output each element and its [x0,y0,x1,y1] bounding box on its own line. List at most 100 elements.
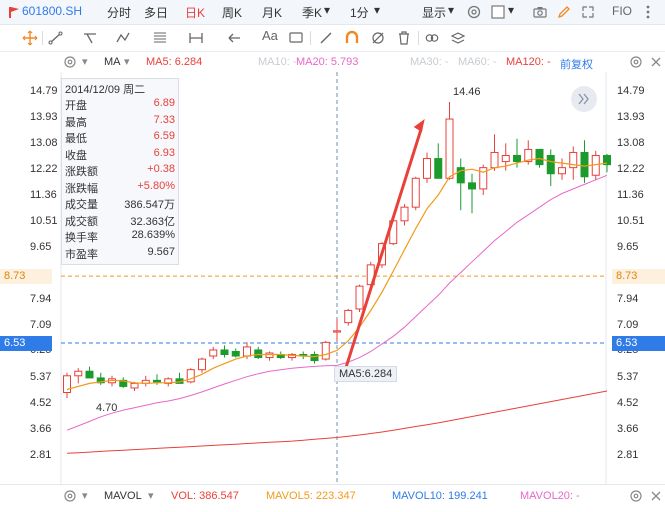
info-row-value: 32.363亿 [130,215,175,228]
candle[interactable] [96,372,105,385]
candle-body [310,354,319,362]
candle[interactable] [569,146,578,180]
double-chevron-right-icon [578,93,589,105]
settings-gear-icon[interactable] [62,488,78,504]
info-row: 最高 7.33 [65,114,175,129]
candle[interactable] [580,140,589,183]
info-row: 市盈率 9.567 [65,246,175,261]
candle-body [400,206,409,222]
candle[interactable] [333,318,341,342]
info-date-text: 2014/12/09 周二 [65,84,146,96]
candle-body [445,118,454,179]
candle[interactable] [344,308,353,326]
candle-body [231,350,240,357]
info-row-key: 开盘 [65,100,87,112]
candle[interactable] [546,149,555,186]
candle[interactable] [231,348,240,358]
candle-body [209,349,218,357]
low-price-label: 4.70 [96,402,118,414]
left-axis-tick-label: 11.36 [30,189,57,202]
candle[interactable] [254,346,263,360]
left-axis-tick-label: 5.37 [30,371,52,384]
candle-body [411,177,420,208]
price-tag-right-orange: 8.73 [612,269,665,285]
chevron-down-icon[interactable]: ▾ [148,489,154,502]
candle-body [333,330,341,333]
candle-body [546,155,555,175]
candle[interactable] [423,152,431,183]
candle-body [434,158,443,179]
candle[interactable] [456,158,465,211]
candle[interactable] [198,357,206,373]
left-axis-tick-label: 3.66 [30,423,52,436]
candle[interactable] [164,377,173,387]
candle[interactable] [490,134,499,171]
price-tag-left-orange: 8.73 [0,269,52,285]
candle[interactable] [288,352,296,361]
info-row-key: 收盘 [65,149,87,162]
candle[interactable] [186,368,195,384]
candle[interactable] [321,340,330,361]
left-axis-tick-label: 12.22 [30,163,58,176]
left-axis-tick-label: 4.52 [30,397,52,410]
candle-body [580,151,589,178]
candle[interactable] [434,143,443,179]
right-axis-tick-label: 12.22 [617,163,645,176]
info-row-value: 7.33 [153,113,175,126]
candle[interactable] [119,377,128,388]
candle-body [468,182,476,190]
info-row: 成交额 32.363亿 [65,213,175,228]
candle[interactable] [445,102,454,180]
candle[interactable] [265,351,274,361]
close-icon[interactable] [648,488,664,504]
vol-value: VOL: 386.547 [171,490,239,502]
candle[interactable] [141,375,150,387]
info-date: 2014/12/09 周二 [65,81,175,96]
candle-body [501,155,510,163]
candle[interactable] [310,351,319,364]
right-axis-tick-label: 11.36 [617,189,644,202]
candle-body [63,375,71,393]
right-axis-tick-label: 2.81 [617,449,639,461]
candle[interactable] [468,173,476,214]
candle[interactable] [411,176,420,211]
ohlc-info-panel: 2014/12/09 周二 开盘 6.89 最高 7.33 最低 6.59 收盘 6.93 涨跌… [61,78,179,265]
info-row: 收盘 6.93 [65,147,175,162]
candle[interactable] [558,158,566,180]
info-row: 开盘 6.89 [65,97,175,112]
info-row-value: 6.89 [153,97,175,109]
candle[interactable] [63,372,71,398]
info-row-key: 市盈率 [65,248,98,261]
left-axis-tick-label: 9.65 [30,241,52,254]
info-row-value: 6.59 [153,130,175,142]
right-axis-tick-label: 4.52 [617,397,639,410]
ma5-tooltip: MA5:6.284 [334,366,398,382]
right-axis-tick-label: 7.94 [617,293,639,306]
candle[interactable] [355,284,364,312]
info-row-value: 9.567 [147,245,175,258]
mavol-label[interactable]: MAVOL [104,490,142,502]
mavol10-value: MAVOL10: 199.241 [392,490,488,502]
mavol20-value: MAVOL20: - [520,490,580,502]
right-axis-tick-label: 5.37 [617,371,639,384]
collapse-panel-button[interactable] [571,86,597,112]
info-row: 涨跌幅 +5.80% [65,180,175,195]
candle[interactable] [479,164,488,196]
candle[interactable] [74,368,83,384]
trend-arrow-line[interactable] [341,127,423,379]
info-row-value: +5.80% [137,179,175,192]
candle[interactable] [220,345,229,358]
left-axis-tick-label: 14.79 [30,85,58,97]
candle-body [74,370,83,377]
candle[interactable] [400,204,409,226]
candle[interactable] [85,366,94,379]
candle[interactable] [209,346,218,360]
right-axis-tick-label: 10.51 [617,215,645,228]
left-axis-tick-label: 7.09 [30,318,52,331]
chevron-down-icon[interactable]: ▾ [82,489,88,502]
settings-gear-icon[interactable] [628,488,644,504]
info-row-value: 28.639% [131,229,175,241]
candle-body [243,346,251,357]
info-row-key: 最低 [65,133,87,145]
info-row-key: 涨跌幅 [65,182,98,195]
